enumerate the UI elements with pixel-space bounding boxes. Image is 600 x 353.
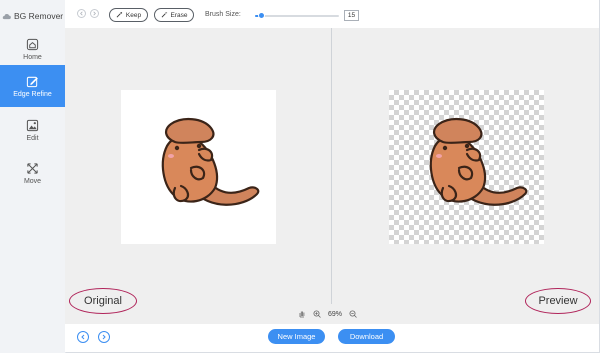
app-window: BG Remover Home Edge Refine Edit Move Ke… [0,0,600,353]
keep-button[interactable]: Keep [109,8,148,22]
sidebar-item-edge-refine[interactable]: Edge Refine [0,65,65,107]
footer: New Image Download [65,324,599,352]
sidebar-item-label: Edit [26,134,39,142]
brush-minus-icon [161,12,167,18]
chevron-left-icon [81,334,85,340]
brush-size-slider[interactable] [255,12,339,19]
new-image-button[interactable]: New Image [268,329,325,344]
original-pane: Original [65,28,331,314]
preview-pane: Preview [332,28,599,314]
undo-button[interactable] [77,9,86,18]
edit-square-icon [26,76,38,87]
platypus-preview-image [429,118,528,206]
keep-label: Keep [125,11,142,19]
redo-button[interactable] [90,9,99,18]
zoom-controls: 69% [298,308,357,320]
brush-plus-icon [116,12,122,18]
zoom-level: 69% [328,310,343,318]
next-button[interactable] [98,331,110,343]
home-icon [26,38,39,50]
original-canvas [121,90,276,244]
zoom-in-icon[interactable] [313,310,321,318]
sidebar-item-label: Move [23,177,42,185]
undo-icon [80,11,83,16]
preview-canvas [389,90,544,244]
preview-label: Preview [525,288,591,314]
redo-icon [93,11,96,16]
sidebar: BG Remover Home Edge Refine Edit Move [0,0,66,353]
previous-button[interactable] [77,331,89,343]
slider-thumb[interactable] [258,12,266,19]
workspace: Original Preview 69% [65,28,599,324]
platypus-image [161,118,260,206]
cloud-logo-icon [2,13,11,19]
erase-label: Erase [170,11,188,19]
hand-icon[interactable] [298,310,306,318]
app-title: BG Remover [14,11,64,21]
app-title-bar: BG Remover [2,9,63,23]
erase-button[interactable]: Erase [154,8,194,22]
chevron-right-icon [102,334,106,340]
download-button[interactable]: Download [338,329,395,344]
original-label: Original [69,288,137,314]
sidebar-item-label: Edge Refine [13,90,52,98]
sidebar-item-home[interactable]: Home [0,28,65,70]
image-edit-icon [26,119,39,131]
brush-size-input[interactable]: 15 [344,10,359,21]
sidebar-item-edit[interactable]: Edit [0,109,65,151]
zoom-out-icon[interactable] [349,310,357,318]
brush-size-label: Brush Size: [205,11,241,18]
sidebar-item-move[interactable]: Move [0,152,65,194]
sidebar-item-label: Home [23,53,42,61]
move-arrows-icon [27,162,38,174]
toolbar: Keep Erase Brush Size: 15 [65,0,599,29]
